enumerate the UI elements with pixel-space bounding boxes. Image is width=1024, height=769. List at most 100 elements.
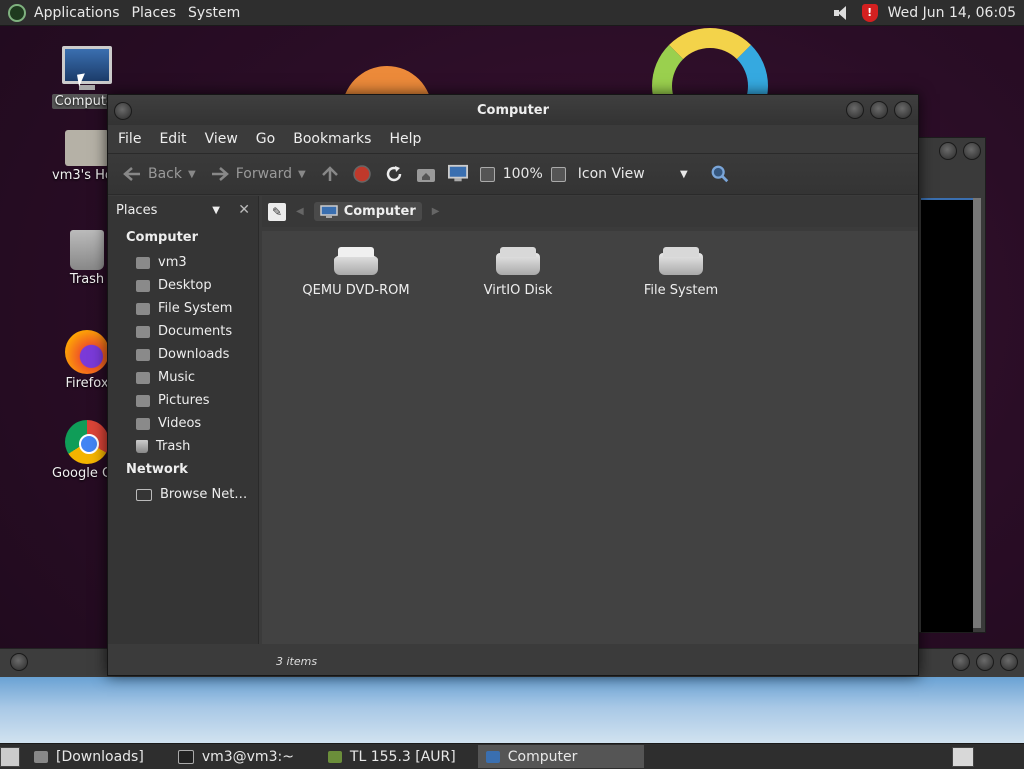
window-button[interactable]: [939, 142, 957, 160]
forward-history-dropdown[interactable]: ▼: [298, 169, 306, 180]
maximize-button[interactable]: [870, 101, 888, 119]
back-label: Back: [148, 166, 182, 182]
task-terminal[interactable]: vm3@vm3:~: [170, 745, 302, 768]
stop-icon: [352, 165, 371, 183]
toolbar: Back ▼ Forward ▼ 100% Icon View ▼: [108, 153, 918, 195]
taskbar: [Downloads] vm3@vm3:~ TL 155.3 [AUR] Com…: [0, 743, 1024, 769]
sidebar-item-music[interactable]: Music: [108, 366, 258, 389]
menu-file[interactable]: File: [112, 127, 147, 151]
back-history-dropdown[interactable]: ▼: [188, 169, 196, 180]
close-button[interactable]: [894, 101, 912, 119]
sidebar-item-pictures[interactable]: Pictures: [108, 389, 258, 412]
file-system-icon: [136, 302, 150, 315]
back-button[interactable]: Back: [116, 164, 188, 184]
menu-edit[interactable]: Edit: [153, 127, 192, 151]
home-folder-icon: [416, 169, 435, 182]
window-body: Places ▼ ✕ Computer vm3 Desktop File Sys…: [108, 196, 918, 646]
sky-image: [0, 677, 1024, 744]
file-item-virtio-disk[interactable]: VirtIO Disk: [458, 247, 578, 298]
window-button[interactable]: [976, 653, 994, 671]
home-button[interactable]: [410, 164, 442, 184]
sidebar-item-trash[interactable]: Trash: [108, 435, 258, 458]
window-button[interactable]: [952, 653, 970, 671]
hard-disk-icon: [496, 247, 540, 277]
places-menu[interactable]: Places: [126, 5, 183, 21]
distro-logo-icon[interactable]: [8, 3, 26, 22]
window-titlebar[interactable]: Computer: [108, 95, 918, 125]
status-bar: 3 items: [262, 647, 918, 675]
sidebar-item-browse-network[interactable]: Browse Net…: [108, 483, 258, 506]
up-button[interactable]: [314, 164, 346, 184]
stop-button[interactable]: [346, 164, 378, 184]
computer-button[interactable]: [442, 164, 474, 184]
search-button[interactable]: [704, 164, 736, 184]
zoom-control: 100%: [474, 166, 572, 182]
computer-icon: [485, 750, 500, 763]
back-arrow-icon: [122, 164, 142, 184]
breadcrumb-computer[interactable]: Computer: [313, 202, 422, 221]
sidebar-item-desktop[interactable]: Desktop: [108, 274, 258, 297]
terminal-area[interactable]: [921, 198, 973, 632]
pictures-folder-icon: [136, 394, 150, 407]
sidebar-item-label: Trash: [156, 439, 191, 454]
terminal-icon: [177, 749, 194, 764]
minimize-button[interactable]: [846, 101, 864, 119]
task-label: vm3@vm3:~: [201, 748, 294, 765]
scrollbar[interactable]: [973, 198, 981, 628]
chevron-down-icon: ▼: [212, 204, 220, 216]
firefox-icon: [65, 330, 109, 374]
downloads-folder-icon: [136, 348, 150, 361]
status-text: 3 items: [276, 654, 318, 668]
volume-icon[interactable]: [832, 5, 852, 21]
sidebar-item-label: Desktop: [158, 278, 212, 293]
file-item-file-system[interactable]: File System: [621, 247, 741, 298]
file-manager-window[interactable]: Computer File Edit View Go Bookmarks Hel…: [107, 94, 919, 676]
view-mode-select[interactable]: Icon View ▼: [572, 166, 694, 182]
background-terminal-window[interactable]: [916, 137, 986, 633]
close-icon[interactable]: ✕: [238, 202, 250, 218]
trash-icon: [70, 230, 104, 270]
sidebar-item-videos[interactable]: Videos: [108, 412, 258, 435]
zoom-out-button[interactable]: [479, 166, 495, 182]
window-button[interactable]: [1000, 653, 1018, 671]
sidebar-item-vm3[interactable]: vm3: [108, 251, 258, 274]
task-downloads[interactable]: [Downloads]: [26, 745, 152, 768]
menu-help[interactable]: Help: [383, 127, 427, 151]
breadcrumb-label: Computer: [343, 204, 416, 219]
file-item-dvd-rom[interactable]: QEMU DVD-ROM: [296, 247, 416, 298]
menu-go[interactable]: Go: [250, 127, 281, 151]
zoom-in-button[interactable]: [550, 166, 566, 182]
window-menu-button[interactable]: [114, 102, 132, 120]
sidebar-item-downloads[interactable]: Downloads: [108, 343, 258, 366]
folder-icon: [34, 750, 48, 763]
task-computer[interactable]: Computer: [477, 745, 644, 768]
clock[interactable]: Wed Jun 14, 06:05: [888, 5, 1016, 21]
sidebar-item-label: Downloads: [158, 347, 230, 362]
task-minecraft[interactable]: TL 155.3 [AUR]: [320, 745, 464, 768]
forward-button[interactable]: Forward: [204, 164, 298, 184]
window-button[interactable]: [10, 653, 28, 671]
sidebar-header-label: Places: [116, 202, 158, 218]
menu-view[interactable]: View: [199, 127, 244, 151]
window-button[interactable]: [963, 142, 981, 160]
top-panel: Applications Places System ! Wed Jun 14,…: [0, 0, 1024, 26]
system-menu[interactable]: System: [182, 5, 246, 21]
sidebar-section-network: Network: [126, 462, 188, 477]
file-view[interactable]: QEMU DVD-ROM VirtIO Disk File System: [262, 231, 918, 644]
show-desktop-button[interactable]: [0, 746, 20, 767]
breadcrumb-right-arrow[interactable]: ▶: [432, 206, 440, 217]
location-edit-toggle[interactable]: ✎: [268, 202, 286, 221]
file-item-label: QEMU DVD-ROM: [302, 283, 410, 298]
sidebar-header: Places ▼ ✕: [108, 196, 258, 224]
shield-icon[interactable]: !: [861, 3, 878, 22]
computer-icon: [447, 164, 468, 182]
workspace-switcher[interactable]: [952, 746, 974, 767]
reload-button[interactable]: [378, 164, 410, 184]
breadcrumb-left-arrow[interactable]: ◀: [296, 206, 304, 217]
sidebar-item-label: Browse Net…: [160, 487, 248, 502]
menu-bookmarks[interactable]: Bookmarks: [287, 127, 377, 151]
sidebar-type-select[interactable]: Places ▼: [116, 200, 226, 220]
applications-menu[interactable]: Applications: [28, 5, 126, 21]
sidebar-item-documents[interactable]: Documents: [108, 320, 258, 343]
sidebar-item-file-system[interactable]: File System: [108, 297, 258, 320]
